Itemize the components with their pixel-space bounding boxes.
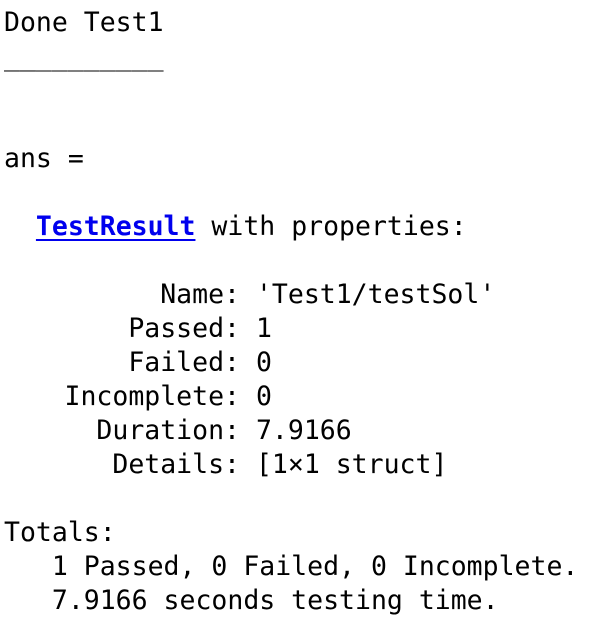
property-label: Duration: bbox=[96, 415, 240, 446]
property-label: Incomplete: bbox=[64, 381, 241, 412]
property-value: [1×1 struct] bbox=[240, 449, 448, 480]
property-value: 0 bbox=[240, 347, 272, 378]
property-row-name: Name: 'Test1/testSol' bbox=[4, 278, 495, 312]
property-value: 1 bbox=[240, 313, 272, 344]
done-message: Done Test1 bbox=[4, 7, 164, 38]
property-row-incomplete: Incomplete: 0 bbox=[4, 380, 272, 414]
testresult-class-link[interactable]: TestResult bbox=[36, 211, 196, 242]
result-header-suffix: with properties: bbox=[195, 211, 467, 242]
property-label: Passed: bbox=[128, 313, 240, 344]
totals-time: 7.9166 seconds testing time. bbox=[4, 585, 499, 616]
separator-line: __________ bbox=[4, 41, 164, 72]
property-row-passed: Passed: 1 bbox=[4, 312, 272, 346]
command-window-output: Done Test1 __________ ans = TestResult w… bbox=[0, 0, 598, 634]
property-label: Name: bbox=[160, 279, 240, 310]
property-value: 0 bbox=[240, 381, 272, 412]
property-label: Details: bbox=[112, 449, 240, 480]
totals-summary: 1 Passed, 0 Failed, 0 Incomplete. bbox=[4, 551, 579, 582]
result-header: TestResult with properties: bbox=[4, 210, 467, 244]
property-row-details: Details: [1×1 struct] bbox=[4, 448, 447, 482]
property-row-duration: Duration: 7.9166 bbox=[4, 414, 352, 448]
property-value: 'Test1/testSol' bbox=[240, 279, 496, 310]
property-value: 7.9166 bbox=[240, 415, 352, 446]
totals-label: Totals: bbox=[4, 517, 116, 548]
property-row-failed: Failed: 0 bbox=[4, 346, 272, 380]
ans-label: ans = bbox=[4, 143, 84, 174]
property-label: Failed: bbox=[128, 347, 240, 378]
